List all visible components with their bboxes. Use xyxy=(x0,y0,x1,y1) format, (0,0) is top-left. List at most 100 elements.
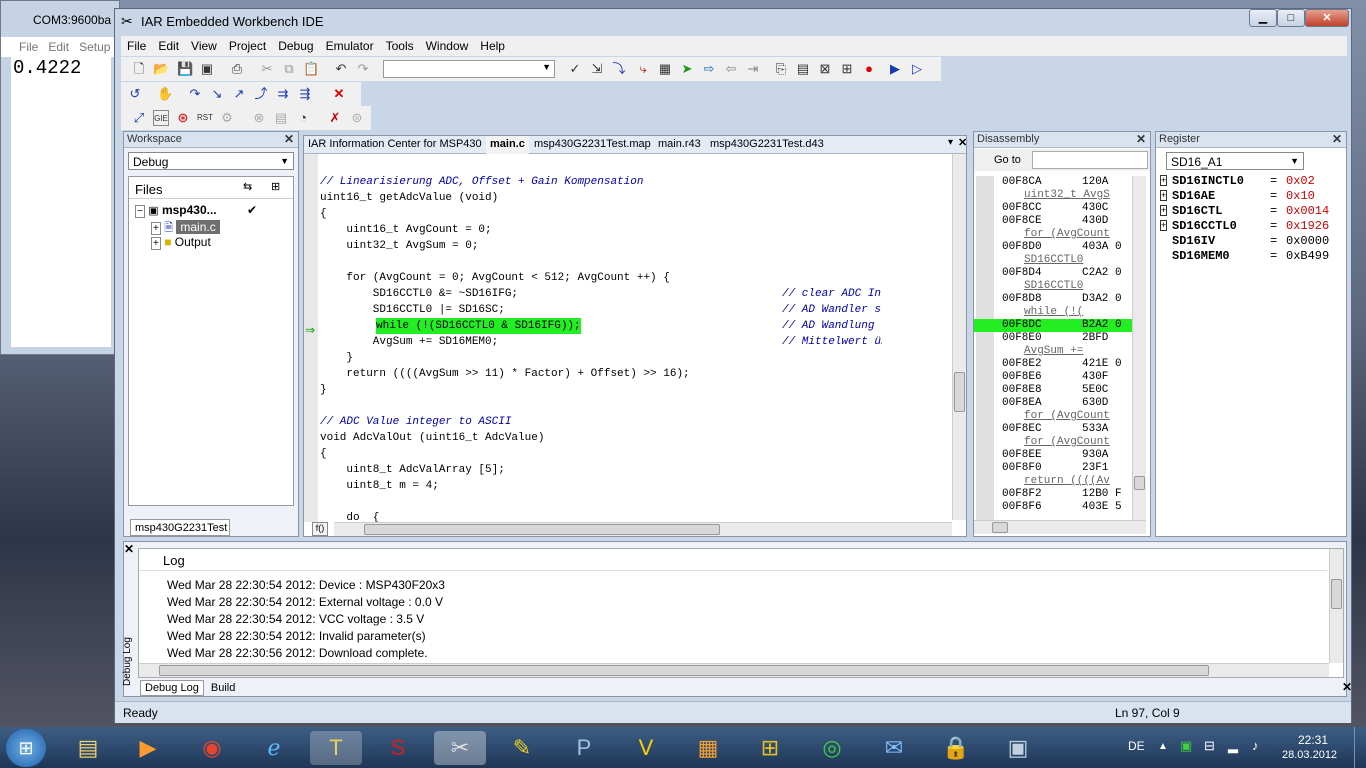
debug-without-download-icon[interactable]: ▷ xyxy=(909,61,925,77)
menu-view[interactable]: View xyxy=(185,36,223,53)
log-hscrollbar[interactable] xyxy=(139,663,1329,677)
tray-app-icon[interactable]: ▣ xyxy=(1180,738,1192,754)
goto-icon[interactable]: ▦ xyxy=(657,61,673,77)
files-config-icon[interactable]: ⊞ xyxy=(271,180,280,193)
tree-item-main-c[interactable]: + 🗎 main.c xyxy=(151,219,291,235)
collapse-icon[interactable]: − xyxy=(135,205,145,218)
chip-icon[interactable]: ▦ xyxy=(682,731,734,765)
network-icon[interactable]: ▂ xyxy=(1228,738,1238,754)
chrome-icon[interactable]: ◉ xyxy=(186,731,238,765)
tabs-close-icon[interactable]: ✕ xyxy=(1342,680,1352,694)
terminal-menu-edit[interactable]: Edit xyxy=(48,40,69,54)
workspace-tab[interactable]: msp430G2231Test xyxy=(130,519,230,536)
register-row[interactable]: + SD16AE = 0x10 xyxy=(1158,189,1344,204)
new-file-icon[interactable]: 🗋 xyxy=(131,61,147,77)
terminal-menu-setup[interactable]: Setup xyxy=(79,40,110,54)
expand-icon[interactable]: + xyxy=(1160,220,1168,231)
clock-date[interactable]: 28.03.2012 xyxy=(1282,749,1337,761)
redo-icon[interactable]: ↷ xyxy=(355,61,371,77)
step-out-icon[interactable]: ↗ xyxy=(231,86,247,102)
disasm-vscrollbar[interactable] xyxy=(1132,176,1146,520)
break-icon[interactable]: ✋ xyxy=(157,86,173,102)
save-icon[interactable]: 💾 xyxy=(177,61,193,77)
editor-vscrollbar[interactable] xyxy=(952,154,966,520)
maximize-button[interactable]: □ xyxy=(1277,9,1305,27)
volume-icon[interactable]: ♪ xyxy=(1252,738,1259,753)
download-debug-icon[interactable]: ▶ xyxy=(887,61,903,77)
menu-edit[interactable]: Edit xyxy=(152,36,185,53)
editor-hscrollbar[interactable] xyxy=(334,522,952,536)
menu-emulator[interactable]: Emulator xyxy=(320,36,380,53)
find-prev-icon[interactable]: ⤵ xyxy=(611,61,627,77)
tree-item-project[interactable]: − ▣ msp430... ✔ xyxy=(135,203,291,219)
step-over-icon[interactable]: ↷ xyxy=(187,86,203,102)
tray-arrow-icon[interactable]: ▲ xyxy=(1158,741,1168,752)
paste-icon[interactable]: 📋 xyxy=(303,61,319,77)
register-row[interactable]: SD16MEM0 = 0xB499 xyxy=(1158,249,1344,264)
register-row[interactable]: + SD16INCTL0 = 0x02 xyxy=(1158,174,1344,189)
code-area[interactable]: // Linearisierung ADC, Offset + Gain Kom… xyxy=(320,174,882,522)
menu-file[interactable]: File xyxy=(121,36,152,53)
save-all-icon[interactable]: ▣ xyxy=(199,61,215,77)
language-indicator[interactable]: DE xyxy=(1128,739,1145,753)
print-icon[interactable]: ⎙ xyxy=(229,61,245,77)
disasm-hscroll-thumb[interactable] xyxy=(992,522,1008,533)
eye-icon[interactable]: ◎ xyxy=(806,731,858,765)
bookmark-icon[interactable]: ➤ xyxy=(679,61,695,77)
find-combo[interactable]: ▼ xyxy=(383,60,555,78)
log-vscroll-thumb[interactable] xyxy=(1331,579,1342,609)
next-statement-icon[interactable]: ⤴ xyxy=(253,86,269,102)
editor-close-icon[interactable]: ✕ xyxy=(958,136,967,149)
workspace-close-icon[interactable]: ✕ xyxy=(284,132,294,146)
expand-icon[interactable]: + xyxy=(1160,175,1168,186)
expand-icon[interactable]: + xyxy=(1160,205,1168,216)
start-button[interactable]: ⊞ xyxy=(6,729,46,767)
close-button[interactable]: ✕ xyxy=(1305,9,1349,27)
register-group-select[interactable]: SD16_A1 ▼ xyxy=(1166,152,1304,170)
gie-icon[interactable]: GIE xyxy=(153,110,169,126)
register-value[interactable]: 0x0014 xyxy=(1286,204,1329,218)
tree-item-output[interactable]: + ■ Output xyxy=(151,235,291,251)
run-to-cursor-icon[interactable]: ⇉ xyxy=(275,86,291,102)
next-bookmark-icon[interactable]: ⇨ xyxy=(701,61,717,77)
presso-icon[interactable]: P xyxy=(558,731,610,765)
tab-info-center[interactable]: IAR Information Center for MSP430 xyxy=(308,138,482,150)
easy-emulation-icon[interactable]: ⤢ xyxy=(131,110,147,126)
register-value[interactable]: 0xB499 xyxy=(1286,249,1329,263)
media-player-icon[interactable]: ▶ xyxy=(122,731,174,765)
disasm-hscrollbar[interactable] xyxy=(974,520,1146,534)
run-to-reset-icon[interactable]: ⊛ xyxy=(175,110,191,126)
stop-debugging-icon[interactable]: ✕ xyxy=(331,86,347,102)
editor-vscroll-thumb[interactable] xyxy=(954,372,965,412)
tab-main-c[interactable]: main.c xyxy=(486,136,529,154)
open-folder-icon[interactable]: 📂 xyxy=(153,61,169,77)
log-close-icon[interactable]: ✕ xyxy=(124,542,134,556)
tab-dropdown-icon[interactable]: ▾ xyxy=(948,137,953,148)
show-desktop-button[interactable] xyxy=(1354,727,1366,768)
register-row[interactable]: + SD16CTL = 0x0014 xyxy=(1158,204,1344,219)
remote-desktop-icon[interactable]: ▣ xyxy=(992,731,1044,765)
disassembly-close-icon[interactable]: ✕ xyxy=(1136,132,1146,146)
pencil-app-icon[interactable]: ✎ xyxy=(496,731,548,765)
config-select[interactable]: Debug ▼ xyxy=(128,152,294,170)
cut-icon[interactable]: ✂ xyxy=(259,61,275,77)
menu-window[interactable]: Window xyxy=(420,36,475,53)
sequencer-icon[interactable]: ▤ xyxy=(273,110,289,126)
expand-icon[interactable]: + xyxy=(1160,190,1168,201)
editor-hscroll-thumb[interactable] xyxy=(364,524,720,535)
step-into-icon[interactable]: ↘ xyxy=(209,86,225,102)
clock-icon[interactable]: ◔ xyxy=(295,110,311,126)
register-row[interactable]: SD16IV = 0x0000 xyxy=(1158,234,1344,249)
register-close-icon[interactable]: ✕ xyxy=(1332,132,1342,146)
files-options-icon[interactable]: ⇆ xyxy=(243,180,252,193)
disasm-vscroll-thumb[interactable] xyxy=(1134,476,1145,490)
tab-build[interactable]: Build xyxy=(207,681,239,695)
iar-app-icon[interactable]: ✂ xyxy=(434,731,486,765)
log-hscroll-thumb[interactable] xyxy=(159,665,1209,676)
ie-icon[interactable]: ℯ xyxy=(248,731,300,765)
terminal-app-icon[interactable]: T xyxy=(310,731,362,765)
tab-map[interactable]: msp430G2231Test.map xyxy=(534,138,651,150)
terminal-menu-file[interactable]: File xyxy=(19,40,38,54)
clear-bookmarks-icon[interactable]: ⇥ xyxy=(745,61,761,77)
register-value[interactable]: 0x1926 xyxy=(1286,219,1329,233)
